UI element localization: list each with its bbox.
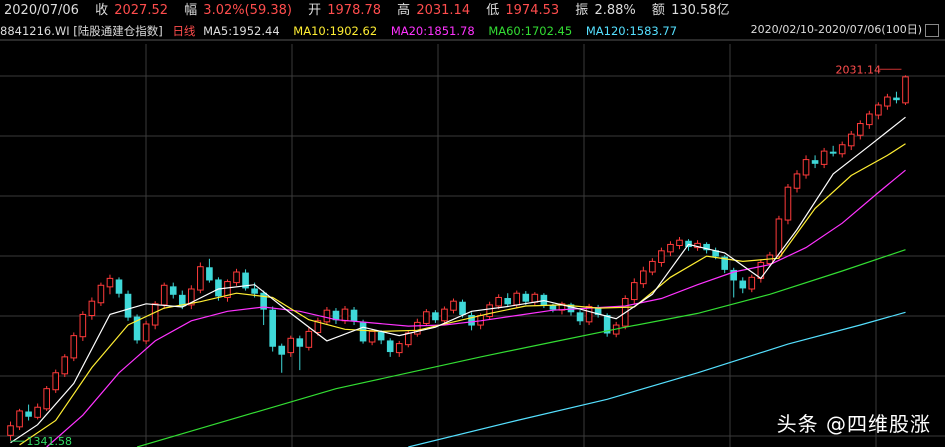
- candle-body: [34, 406, 41, 418]
- candle-body: [323, 309, 331, 323]
- chart-grid: [0, 39, 945, 447]
- candle-body: [513, 292, 521, 306]
- candlestick-chart[interactable]: 2031.14 1341.58: [0, 0, 945, 447]
- candle-body: [838, 144, 846, 155]
- candle-body: [377, 331, 385, 341]
- watermark: 头条 @四维股涨: [776, 412, 931, 436]
- candle-body: [504, 298, 512, 305]
- candle-body: [197, 266, 204, 291]
- candle-body: [784, 186, 792, 221]
- candle-body: [215, 279, 222, 297]
- candle-body: [432, 312, 439, 321]
- candle-body: [332, 310, 340, 321]
- candle-body: [811, 160, 819, 164]
- candle-body: [576, 312, 584, 322]
- candle-body: [495, 296, 502, 307]
- candle-body: [7, 425, 14, 436]
- candle-body: [278, 345, 286, 355]
- candle-body: [522, 293, 530, 302]
- candle-body: [368, 330, 376, 343]
- candle-body: [16, 410, 23, 428]
- candle-body: [359, 321, 367, 342]
- candle-body: [350, 309, 358, 322]
- candle-body: [423, 311, 430, 324]
- candle-body: [251, 288, 258, 294]
- candle-body: [450, 300, 457, 311]
- candle-body: [115, 279, 123, 294]
- candle-body: [820, 150, 828, 165]
- candle-body: [404, 332, 412, 346]
- candle-body: [52, 372, 60, 391]
- candle-body: [70, 335, 78, 359]
- candle-body: [856, 123, 864, 136]
- candle-body: [630, 282, 638, 301]
- candle-body: [341, 308, 349, 322]
- ma-lines: [10, 116, 906, 447]
- ma5-line: [10, 116, 906, 444]
- candle-body: [106, 277, 114, 288]
- candle-body: [206, 267, 213, 281]
- candle-body: [151, 303, 159, 326]
- candle-body: [386, 340, 394, 353]
- candle-body: [233, 271, 240, 284]
- candle-body: [88, 300, 96, 316]
- candle-body: [676, 239, 683, 247]
- candle-body: [160, 284, 168, 306]
- candle-body: [902, 76, 909, 104]
- candles: [7, 75, 909, 441]
- candle-body: [269, 309, 276, 347]
- ma20-line: [46, 169, 906, 447]
- candle-body: [61, 356, 69, 375]
- candle-body: [79, 313, 87, 338]
- candle-body: [43, 388, 50, 410]
- candle-body: [142, 323, 150, 342]
- candle-body: [893, 97, 900, 101]
- candle-body: [124, 293, 132, 318]
- candle-body: [829, 151, 837, 154]
- candle-body: [97, 284, 105, 304]
- high-price-label: 2031.14: [835, 63, 881, 76]
- candle-body: [739, 280, 747, 289]
- candle-body: [169, 286, 177, 295]
- candle-body: [395, 343, 403, 354]
- candle-body: [296, 338, 304, 347]
- candle-body: [549, 305, 557, 310]
- candle-body: [667, 243, 674, 253]
- candle-body: [459, 301, 466, 315]
- candle-body: [305, 330, 313, 348]
- candle-body: [658, 250, 665, 263]
- ma10-line: [19, 143, 906, 446]
- candle-body: [847, 133, 855, 147]
- candle-body: [287, 337, 295, 354]
- candle-body: [486, 304, 493, 318]
- candle-body: [875, 104, 882, 116]
- low-price-label: 1341.58: [27, 435, 73, 447]
- candle-body: [884, 96, 891, 107]
- candle-body: [793, 173, 801, 189]
- candle-body: [802, 159, 810, 176]
- candle-body: [640, 270, 647, 285]
- candle-body: [531, 293, 539, 303]
- candle-body: [441, 308, 448, 322]
- candle-body: [866, 113, 873, 126]
- candle-body: [649, 260, 656, 273]
- candle-body: [25, 411, 32, 417]
- candle-body: [748, 276, 756, 290]
